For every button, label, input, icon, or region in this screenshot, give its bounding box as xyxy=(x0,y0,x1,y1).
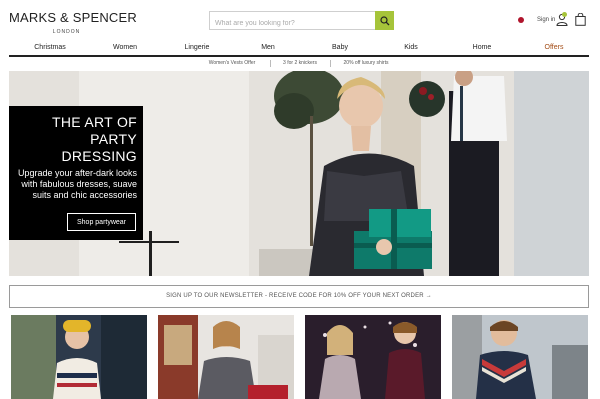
hero-title-line-2: PARTY DRESSING xyxy=(61,131,137,164)
nav-item-kids[interactable]: Kids xyxy=(404,44,418,51)
tile-image-kids-partywear xyxy=(305,315,441,399)
shop-partywear-button[interactable]: Shop partywear xyxy=(67,213,136,231)
nav-item-offers[interactable]: Offers xyxy=(545,44,564,51)
account-status-dot xyxy=(562,12,567,17)
hero-title-line-1: THE ART OF xyxy=(52,114,137,130)
newsletter-signup-banner[interactable]: SIGN UP TO OUR NEWSLETTER - RECEIVE CODE… xyxy=(9,285,589,308)
tile-womens-sweatshirt[interactable] xyxy=(158,315,294,399)
promo-divider xyxy=(270,60,271,67)
promo-link-vests[interactable]: Women's Vests Offer xyxy=(209,60,256,66)
logo-wordmark: MARKS & SPENCER xyxy=(9,10,137,25)
search-box xyxy=(209,11,394,32)
hero-banner[interactable]: THE ART OF PARTY DRESSING Upgrade your a… xyxy=(9,71,589,276)
promo-strip: Women's Vests Offer 3 for 2 knickers 20%… xyxy=(0,58,600,69)
search-icon xyxy=(379,15,389,25)
tile-image-mens-knitwear xyxy=(452,315,588,399)
country-flag-icon[interactable] xyxy=(518,17,524,23)
nav-divider xyxy=(9,55,589,57)
nav-item-baby[interactable]: Baby xyxy=(332,44,348,51)
tile-image-womens-knitwear xyxy=(11,315,147,399)
tile-mens-knitwear[interactable] xyxy=(452,315,588,399)
tile-image-womens-sweatshirt xyxy=(158,315,294,399)
nav-item-lingerie[interactable]: Lingerie xyxy=(185,44,210,51)
nav-item-christmas[interactable]: Christmas xyxy=(34,44,66,51)
shopping-bag-icon[interactable] xyxy=(575,13,586,26)
search-input[interactable] xyxy=(210,15,376,32)
brand-logo[interactable]: MARKS & SPENCER LONDON xyxy=(9,10,137,36)
search-button[interactable] xyxy=(375,11,394,30)
sign-in-link[interactable]: Sign in xyxy=(537,17,555,23)
tile-kids-partywear[interactable] xyxy=(305,315,441,399)
logo-tagline: LONDON xyxy=(52,29,81,35)
promo-link-knickers[interactable]: 3 for 2 knickers xyxy=(283,60,317,66)
promo-link-shirts[interactable]: 20% off luxury shirts xyxy=(344,60,389,66)
nav-item-home[interactable]: Home xyxy=(473,44,492,51)
nav-item-women[interactable]: Women xyxy=(113,44,137,51)
hero-description: Upgrade your after-dark looks with fabul… xyxy=(17,168,137,200)
hero-text-card: THE ART OF PARTY DRESSING Upgrade your a… xyxy=(9,106,143,240)
nav-item-men[interactable]: Men xyxy=(261,44,275,51)
tile-womens-knitwear[interactable] xyxy=(11,315,147,399)
promo-divider xyxy=(330,60,331,67)
main-navigation: Christmas Women Lingerie Men Baby Kids H… xyxy=(0,42,600,56)
